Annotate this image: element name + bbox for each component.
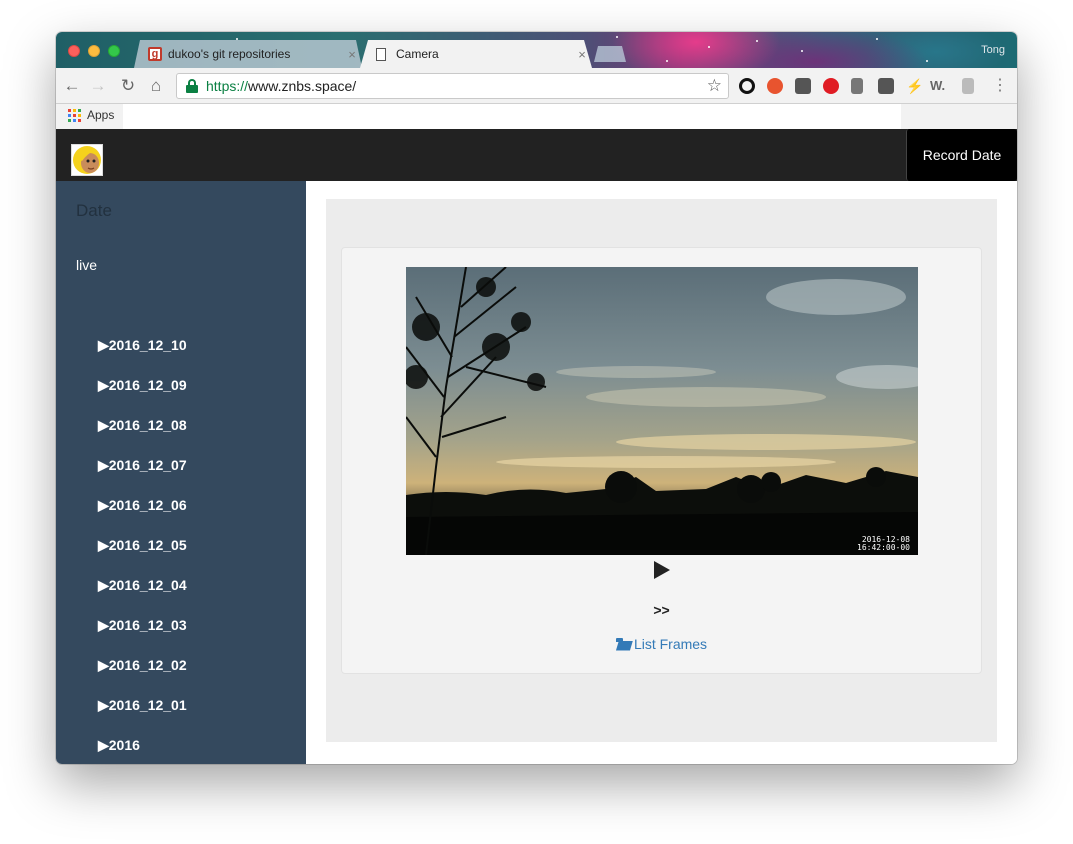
url-host: www.znbs.space/ xyxy=(248,78,357,94)
maximize-window-button[interactable] xyxy=(108,45,120,57)
extension-tool-icon[interactable] xyxy=(851,78,863,94)
tab-git-repositories[interactable]: g dukoo's git repositories × xyxy=(134,40,362,68)
camera-frame-image[interactable]: 2016-12-08 16:42:00-00 xyxy=(406,267,918,555)
sidebar-item-date[interactable]: ▶2016_12_02 xyxy=(98,657,187,674)
sidebar-item-date[interactable]: ▶2016_12_07 xyxy=(98,457,187,474)
address-bar[interactable]: https:// www.znbs.space/ ☆ xyxy=(176,73,729,99)
bookmark-star-icon[interactable]: ☆ xyxy=(707,76,722,96)
tab-title: dukoo's git repositories xyxy=(168,47,291,61)
frame-timestamp: 2016-12-08 16:42:00-00 xyxy=(857,536,910,552)
tab-title: Camera xyxy=(396,47,439,61)
sidebar-item-live[interactable]: live xyxy=(76,257,97,273)
url-scheme: https:// xyxy=(206,78,249,94)
main-content: 2016-12-08 16:42:00-00 >> List Frames xyxy=(326,199,997,742)
browser-toolbar: ← → ↻ ⌂ https:// www.znbs.space/ ☆ ⚡ W. … xyxy=(56,68,1017,104)
browser-window: g dukoo's git repositories × Camera × To… xyxy=(56,32,1017,764)
date-sidebar: Date live ▶2016_12_10 ▶2016_12_09 ▶2016_… xyxy=(56,181,306,764)
tab-close-icon[interactable]: × xyxy=(572,47,592,62)
tab-camera[interactable]: Camera × xyxy=(360,40,592,68)
browser-menu-icon[interactable]: ⋮ xyxy=(992,76,1008,96)
sidebar-item-date[interactable]: ▶2016_12_09 xyxy=(98,377,187,394)
camera-panel: 2016-12-08 16:42:00-00 >> List Frames xyxy=(341,247,982,674)
apps-grid-icon xyxy=(68,108,81,122)
sidebar-item-date[interactable]: ▶2016_12_03 xyxy=(98,617,187,634)
home-icon[interactable]: ⌂ xyxy=(146,76,166,96)
close-window-button[interactable] xyxy=(68,45,80,57)
extension-blocker-icon[interactable] xyxy=(767,78,783,94)
play-icon[interactable] xyxy=(654,561,670,579)
sidebar-header: Date xyxy=(76,201,112,220)
top-navbar: Record Date xyxy=(56,129,1017,181)
folder-open-icon xyxy=(615,637,633,651)
bookmarks-bar: Apps xyxy=(56,104,1017,129)
minimize-window-button[interactable] xyxy=(88,45,100,57)
back-arrow-icon[interactable]: ← xyxy=(62,76,82,96)
git-favicon-icon: g xyxy=(148,47,162,61)
sidebar-item-date[interactable]: ▶2016_12_06 xyxy=(98,497,187,514)
list-frames-link[interactable]: List Frames xyxy=(342,636,981,652)
new-tab-button[interactable] xyxy=(594,46,626,62)
timestamp-time: 16:42:00-00 xyxy=(857,543,910,552)
apps-bookmark[interactable]: Apps xyxy=(68,108,114,122)
lock-icon xyxy=(185,79,199,93)
profile-name[interactable]: Tong xyxy=(981,44,1005,56)
web-page: Record Date Date live ▶2016_12_10 ▶2016_… xyxy=(56,129,1017,764)
sidebar-item-date[interactable]: ▶2016_12_05 xyxy=(98,537,187,554)
brand-avatar[interactable] xyxy=(71,144,103,176)
extension-w-icon[interactable]: W. xyxy=(930,78,952,94)
extension-opera-icon[interactable] xyxy=(823,78,839,94)
extension-gray-icon[interactable] xyxy=(962,78,974,94)
extension-evernote-icon[interactable] xyxy=(795,78,811,94)
sidebar-item-date[interactable]: ▶2016_12_04 xyxy=(98,577,187,594)
forward-arrow-icon[interactable]: → xyxy=(88,76,108,96)
extension-circle-icon[interactable] xyxy=(739,78,755,94)
sidebar-item-date[interactable]: ▶2016_12_10 xyxy=(98,337,187,354)
extension-flash-icon[interactable]: ⚡ xyxy=(906,78,923,94)
sidebar-item-date[interactable]: ▶2016_12_01 xyxy=(98,697,187,714)
document-icon xyxy=(376,48,386,61)
list-frames-label: List Frames xyxy=(633,636,708,652)
record-date-button[interactable]: Record Date xyxy=(906,129,1017,181)
sidebar-item-year[interactable]: ▶2016 xyxy=(98,737,140,754)
extension-pocket-icon[interactable] xyxy=(878,78,894,94)
tab-close-icon[interactable]: × xyxy=(342,47,362,62)
next-frame-link[interactable]: >> xyxy=(342,602,981,618)
tab-strip: g dukoo's git repositories × Camera × To… xyxy=(56,32,1017,68)
apps-label: Apps xyxy=(87,108,115,122)
sidebar-item-date[interactable]: ▶2016_12_08 xyxy=(98,417,187,434)
reload-icon[interactable]: ↻ xyxy=(118,76,138,96)
bookmarks-blank-area xyxy=(123,104,901,129)
